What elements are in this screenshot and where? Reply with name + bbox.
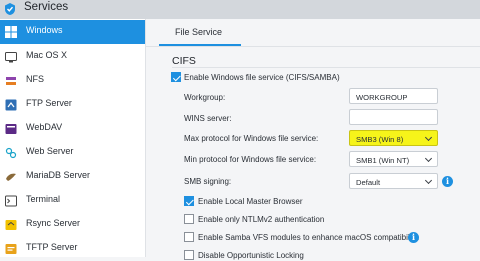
workgroup-label: Workgroup:	[184, 93, 226, 102]
sidebar-item-label: TFTP Server	[26, 242, 78, 252]
max-protocol-select[interactable]: SMB3 (Win 8)	[349, 130, 438, 146]
apple-icon	[5, 52, 17, 63]
services-icon	[5, 3, 15, 15]
section-divider	[172, 67, 480, 68]
wins-server-label: WINS server:	[184, 114, 232, 123]
chevron-down-icon	[424, 176, 433, 185]
sidebar-item-terminal[interactable]: Terminal	[0, 189, 145, 213]
nfs-icon	[6, 77, 16, 85]
sidebar-item-ftp-server[interactable]: FTP Server	[0, 93, 145, 117]
webdav-icon	[5, 124, 17, 134]
sidebar-item-label: FTP Server	[26, 98, 72, 108]
terminal-icon	[5, 195, 17, 207]
sidebar-item-mac-os-x[interactable]: Mac OS X	[0, 45, 145, 69]
ntlmv2-checkbox[interactable]	[184, 214, 194, 224]
sidebar-item-nfs[interactable]: NFS	[0, 69, 145, 93]
sidebar-item-label: Terminal	[26, 194, 61, 204]
sidebar-item-label: Windows	[26, 25, 63, 35]
max-protocol-value: SMB3 (Win 8)	[356, 135, 404, 144]
main-panel: File Service CIFS Enable Windows file se…	[146, 19, 480, 260]
tab-file-service[interactable]: File Service	[175, 27, 222, 37]
sidebar-item-mariadb-server[interactable]: MariaDB Server	[0, 165, 145, 189]
oplocks-checkbox[interactable]	[184, 250, 194, 260]
sidebar-item-rsync-server[interactable]: Rsync Server	[0, 213, 145, 237]
chevron-down-icon	[424, 133, 433, 142]
sidebar: Windows Mac OS X NFS FTP Server WebDAV W…	[0, 19, 146, 257]
local-master-browser-checkbox[interactable]	[184, 196, 194, 206]
smb-signing-select[interactable]: Default	[349, 173, 438, 189]
max-protocol-label: Max protocol for Windows file service:	[184, 134, 319, 143]
tab-divider	[146, 46, 480, 47]
database-icon	[6, 173, 16, 181]
local-master-browser-label: Enable Local Master Browser	[198, 197, 303, 206]
enable-cifs-checkbox[interactable]	[171, 72, 181, 82]
min-protocol-label: Min protocol for Windows file service:	[184, 155, 317, 164]
sidebar-item-label: Rsync Server	[26, 218, 81, 228]
sidebar-item-windows[interactable]: Windows	[0, 20, 145, 44]
title-bar: Services	[0, 0, 480, 19]
smb-signing-label: SMB signing:	[184, 177, 232, 186]
enable-cifs-label: Enable Windows file service (CIFS/SAMBA)	[184, 73, 340, 82]
sidebar-item-label: Mac OS X	[26, 50, 68, 60]
sidebar-item-label: NFS	[26, 74, 44, 84]
rsync-icon	[5, 220, 17, 230]
web-server-icon	[5, 147, 17, 159]
info-icon[interactable]: i	[408, 232, 419, 243]
window-title: Services	[24, 1, 69, 13]
vfs-modules-checkbox[interactable]	[184, 232, 194, 242]
min-protocol-select[interactable]: SMB1 (Win NT)	[349, 151, 438, 167]
sidebar-item-label: WebDAV	[26, 122, 63, 132]
oplocks-label: Disable Opportunistic Locking	[198, 251, 304, 260]
workgroup-value: WORKGROUP	[356, 93, 408, 102]
vfs-modules-label: Enable Samba VFS modules to enhance macO…	[198, 233, 420, 242]
tftp-icon	[5, 244, 17, 254]
sidebar-item-label: MariaDB Server	[26, 170, 91, 180]
sidebar-item-web-server[interactable]: Web Server	[0, 141, 145, 165]
ftp-icon	[5, 99, 17, 111]
workgroup-input[interactable]: WORKGROUP	[349, 88, 438, 104]
ntlmv2-label: Enable only NTLMv2 authentication	[198, 215, 325, 224]
wins-server-input[interactable]	[349, 109, 438, 125]
chevron-down-icon	[424, 154, 433, 163]
windows-icon	[5, 26, 17, 38]
section-title: CIFS	[172, 55, 196, 67]
sidebar-item-webdav[interactable]: WebDAV	[0, 117, 145, 141]
sidebar-item-tftp-server[interactable]: TFTP Server	[0, 237, 145, 261]
sidebar-item-label: Web Server	[26, 146, 74, 156]
smb-signing-value: Default	[356, 178, 381, 187]
info-icon[interactable]: i	[442, 176, 453, 187]
min-protocol-value: SMB1 (Win NT)	[356, 156, 410, 165]
